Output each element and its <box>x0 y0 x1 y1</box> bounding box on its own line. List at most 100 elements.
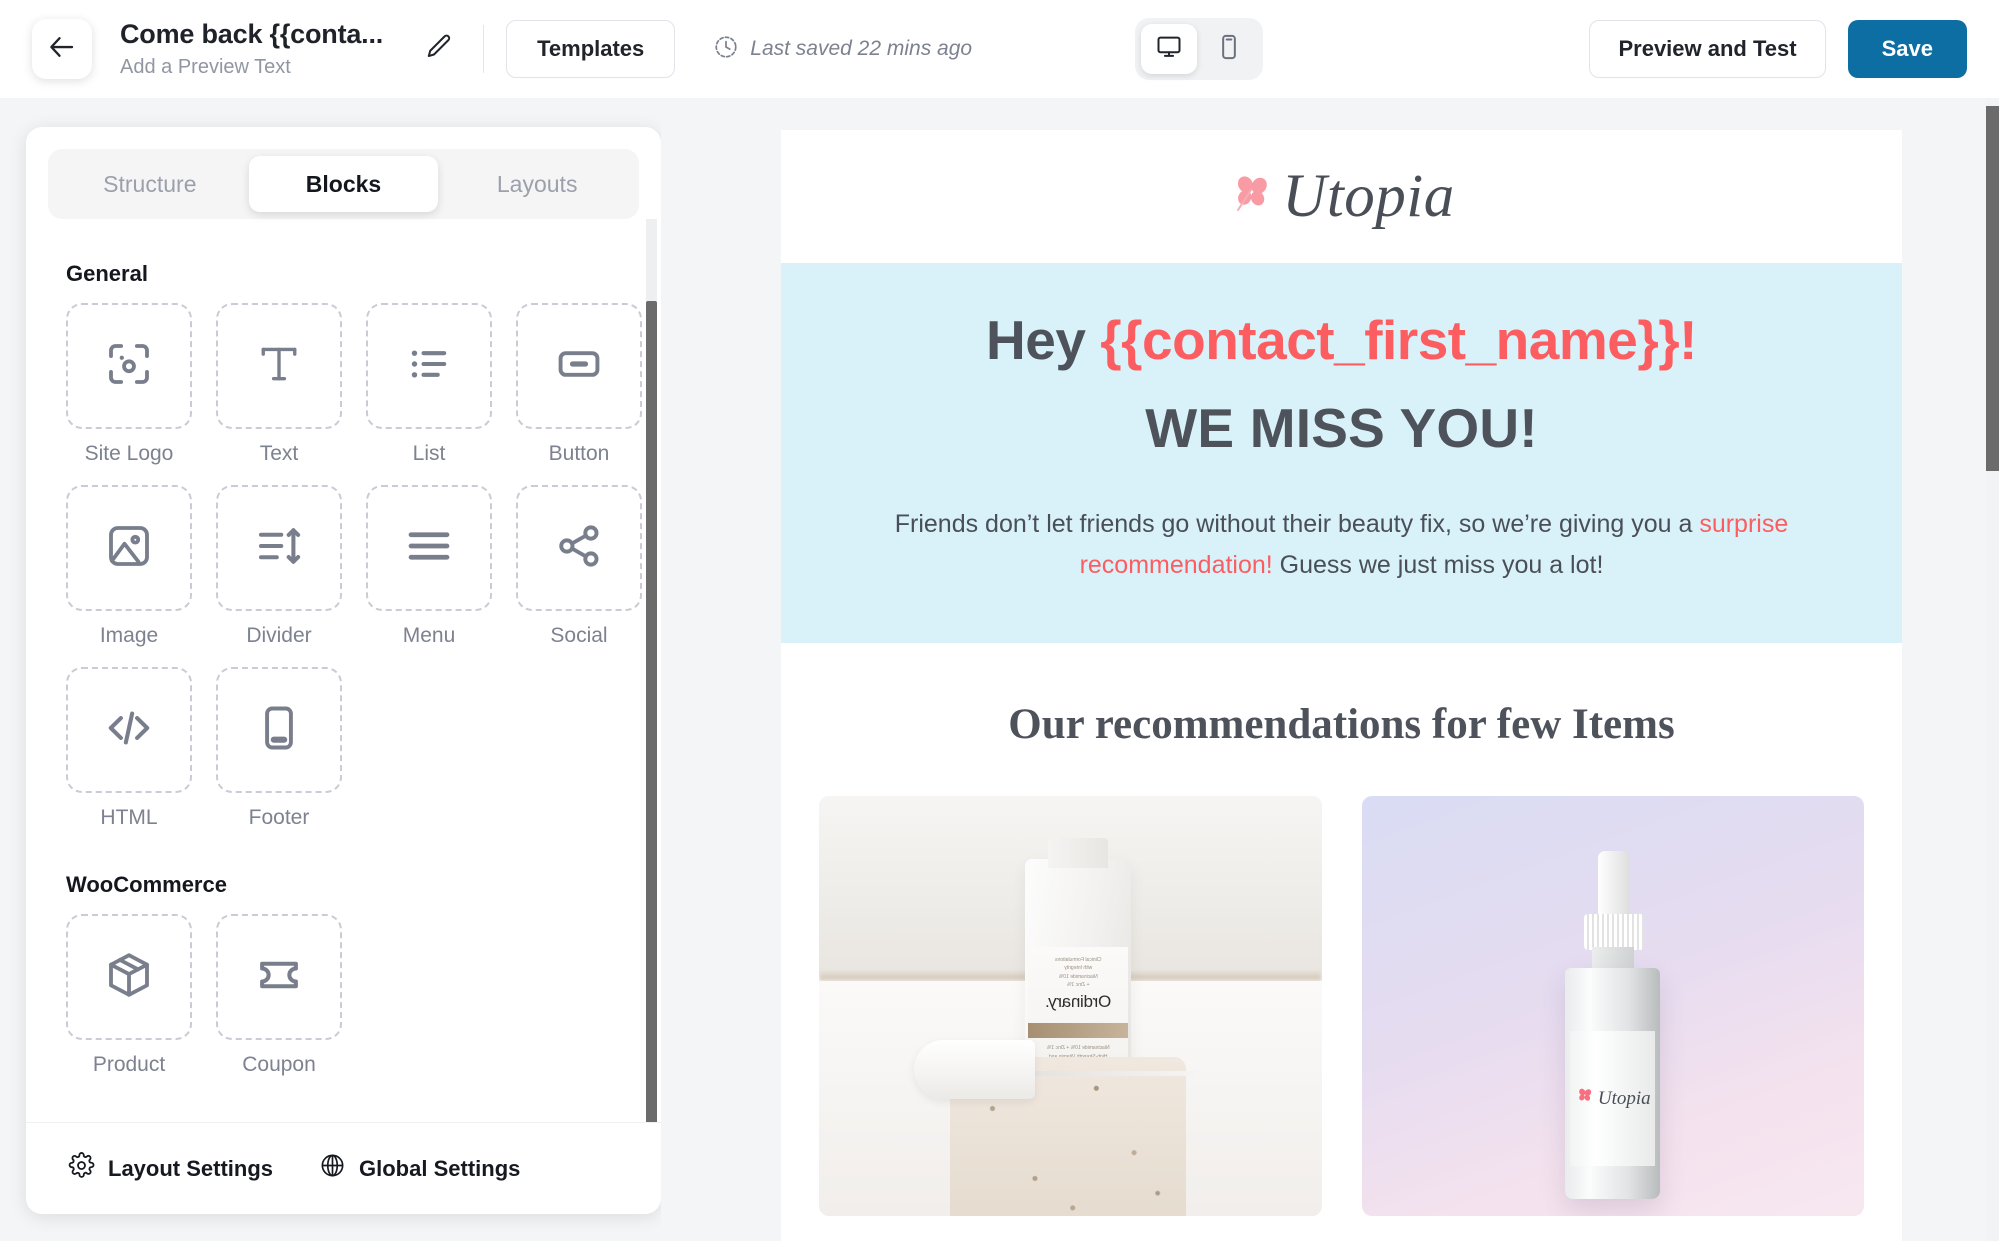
brand-logo: Utopia <box>1228 162 1454 232</box>
block-label: Coupon <box>242 1053 316 1076</box>
bottle-label-brand: Utopia <box>1597 1087 1651 1109</box>
block-tile <box>516 485 642 611</box>
social-share-icon <box>553 520 605 577</box>
product-photo-ordinary-serum[interactable]: Clinical Formulations with Integrity Niaci… <box>819 796 1322 1217</box>
blocks-sidebar: Structure Blocks Layouts General Site Lo… <box>26 127 661 1214</box>
block-button[interactable]: Button <box>516 303 642 466</box>
block-coupon[interactable]: Coupon <box>216 914 342 1077</box>
product-grid: Clinical Formulations with Integrity Niaci… <box>781 796 1902 1241</box>
serum-bottle-neck <box>1047 838 1108 868</box>
block-menu[interactable]: Menu <box>366 485 492 648</box>
serum-label-brand: Ordinary. <box>1044 991 1111 1011</box>
general-blocks-grid: Site Logo Text List Button Image Divider… <box>66 303 642 830</box>
block-label: Site Logo <box>84 442 174 465</box>
tab-structure[interactable]: Structure <box>55 156 245 212</box>
last-saved-status: Last saved 22 mins ago <box>713 34 972 65</box>
block-text[interactable]: Text <box>216 303 342 466</box>
block-tile <box>66 485 192 611</box>
block-footer[interactable]: Footer <box>216 667 342 830</box>
arrow-left-icon <box>47 32 77 67</box>
block-label: Image <box>99 624 159 647</box>
block-tile <box>216 914 342 1040</box>
device-preview-toggle <box>1135 18 1264 80</box>
blocks-scroll-area: General Site Logo Text List Button Image… <box>26 219 661 1122</box>
block-html[interactable]: HTML <box>66 667 192 830</box>
code-icon <box>102 701 156 760</box>
block-image[interactable]: Image <box>66 485 192 648</box>
block-tile <box>366 303 492 429</box>
email-logo-block[interactable]: Utopia <box>781 130 1902 263</box>
tab-layouts[interactable]: Layouts <box>442 156 632 212</box>
woocommerce-blocks-grid: Product Coupon <box>66 914 639 1077</box>
sidebar-tabs: Structure Blocks Layouts <box>48 149 639 219</box>
hero-merge-tag: {{contact_first_name}}! <box>1100 309 1697 371</box>
serum-label-fineprint-top: Clinical Formulations with Integrity Niaci… <box>1054 956 1101 989</box>
dropper-bulb <box>1597 850 1631 919</box>
mobile-icon <box>1215 33 1243 66</box>
preview-and-test-button[interactable]: Preview and Test <box>1589 20 1826 78</box>
text-icon <box>252 337 306 396</box>
block-label: Footer <box>248 806 310 829</box>
block-label: Text <box>259 442 299 465</box>
canvas-scrollbar-thumb[interactable] <box>1986 106 1999 471</box>
preview-text-field[interactable]: Add a Preview Text <box>120 55 383 79</box>
device-desktop-button[interactable] <box>1141 24 1198 74</box>
layout-settings-button[interactable]: Layout Settings <box>68 1152 273 1185</box>
device-mobile-button[interactable] <box>1201 24 1257 74</box>
back-button[interactable] <box>32 19 92 79</box>
block-label: Social <box>550 624 608 647</box>
toolbar-actions: Preview and Test Save <box>1589 20 1967 78</box>
footer-icon <box>253 702 305 759</box>
save-button[interactable]: Save <box>1847 20 1967 78</box>
block-social[interactable]: Social <box>516 485 642 648</box>
site-logo-icon <box>102 337 156 396</box>
button-icon <box>553 338 605 395</box>
global-settings-button[interactable]: Global Settings <box>319 1152 520 1185</box>
product-box-icon <box>102 948 156 1007</box>
clock-icon <box>713 34 739 65</box>
brand-name: Utopia <box>1282 162 1455 230</box>
gear-icon <box>68 1152 95 1185</box>
block-divider[interactable]: Divider <box>216 485 342 648</box>
sidebar-footer: Layout Settings Global Settings <box>26 1122 661 1214</box>
glass-pipette <box>1025 1071 1201 1077</box>
serum-label-band <box>1027 1023 1129 1038</box>
block-label: List <box>412 442 446 465</box>
hero-body-part2: Guess we just miss you a lot! <box>1272 550 1604 579</box>
product-photo-utopia-dropper[interactable]: Utopia <box>1361 796 1864 1217</box>
block-product[interactable]: Product <box>66 914 192 1077</box>
image-icon <box>102 519 156 578</box>
top-toolbar: Come back {{conta... Add a Preview Text … <box>0 0 1999 98</box>
section-title-general: General <box>66 261 148 286</box>
templates-button[interactable]: Templates <box>506 20 676 78</box>
last-saved-text: Last saved 22 mins ago <box>750 37 973 60</box>
edit-title-button[interactable] <box>417 27 461 71</box>
email-hero-block[interactable]: Hey {{contact_first_name}}! WE MISS YOU!… <box>781 263 1902 644</box>
block-tile <box>216 303 342 429</box>
dropper-collar <box>1583 913 1644 950</box>
block-label: Product <box>92 1053 166 1076</box>
hero-greeting: Hey {{contact_first_name}}! <box>865 309 1818 372</box>
list-icon <box>403 338 455 395</box>
layout-settings-label: Layout Settings <box>108 1155 274 1181</box>
section-title-woocommerce: WooCommerce <box>66 872 227 897</box>
tab-blocks[interactable]: Blocks <box>248 156 439 212</box>
sidebar-scrollbar-thumb[interactable] <box>646 301 657 1122</box>
email-preview: Utopia Hey {{contact_first_name}}! WE MI… <box>781 130 1902 1241</box>
hero-greeting-prefix: Hey <box>986 309 1101 371</box>
recommendations-heading[interactable]: Our recommendations for few Items <box>781 643 1902 797</box>
coupon-ticket-icon <box>252 948 306 1007</box>
clover-icon <box>1228 170 1276 223</box>
email-title-block: Come back {{conta... Add a Preview Text <box>120 19 383 79</box>
block-tile <box>66 303 192 429</box>
block-list[interactable]: List <box>366 303 492 466</box>
block-site-logo[interactable]: Site Logo <box>66 303 192 466</box>
toolbar-divider <box>483 25 485 73</box>
block-tile <box>216 667 342 793</box>
block-tile <box>66 914 192 1040</box>
menu-icon <box>402 519 456 578</box>
desktop-icon <box>1155 33 1183 66</box>
block-tile <box>216 485 342 611</box>
block-tile <box>516 303 642 429</box>
block-label: Menu <box>402 624 456 647</box>
